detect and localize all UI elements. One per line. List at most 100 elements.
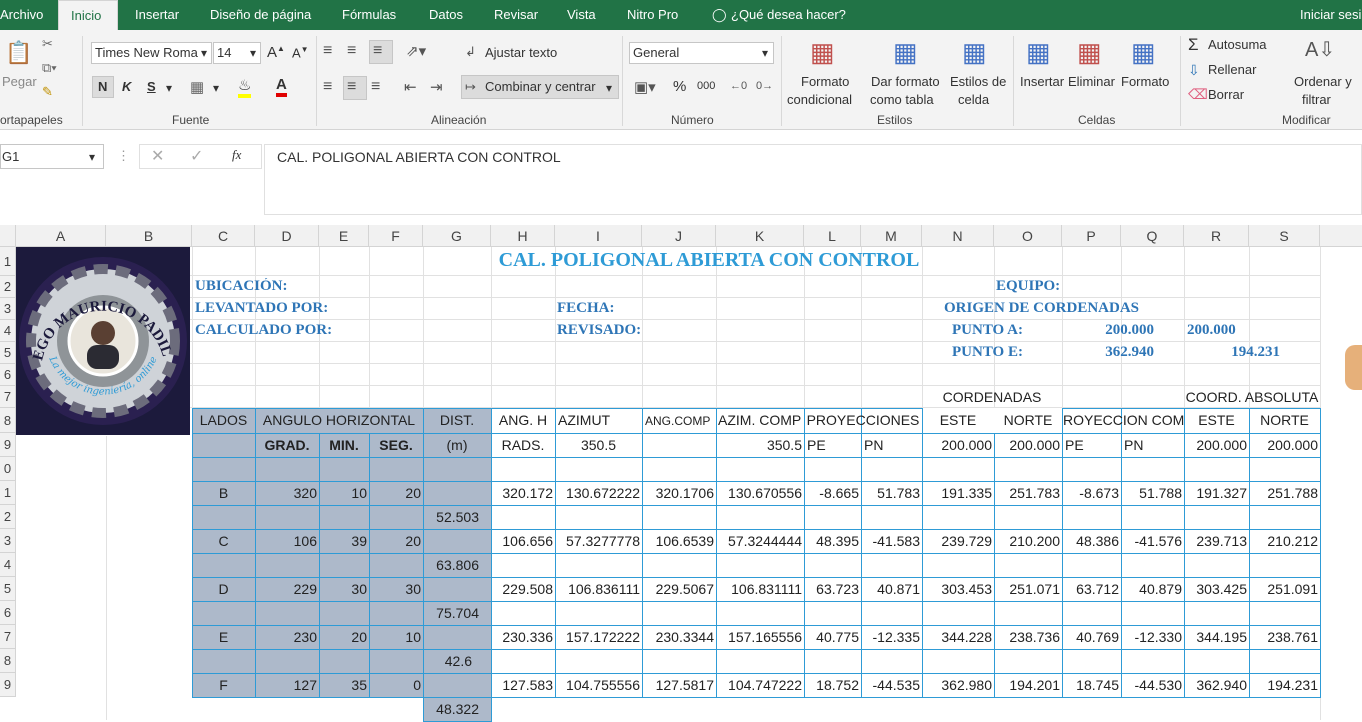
font-color-icon[interactable]: A: [276, 76, 287, 97]
col-header-h[interactable]: H: [491, 225, 555, 247]
th-este-abs[interactable]: ESTE: [1184, 412, 1249, 428]
cell-min[interactable]: 20: [319, 629, 367, 645]
align-middle-icon[interactable]: ≡: [347, 42, 356, 60]
cell-grad[interactable]: 320: [255, 485, 317, 501]
row-header-5[interactable]: 5: [0, 342, 16, 364]
row-header-13[interactable]: 3: [0, 529, 16, 553]
align-top-icon[interactable]: ≡: [323, 42, 332, 60]
initial-norte[interactable]: 200.000: [994, 437, 1060, 453]
insert-function-icon[interactable]: fx: [232, 147, 241, 163]
paste-icon[interactable]: 📋: [5, 40, 32, 66]
tab-inicio[interactable]: Inicio: [58, 0, 118, 30]
cell-pe-comp[interactable]: -8.673: [1062, 485, 1119, 501]
th-grad[interactable]: GRAD.: [255, 437, 319, 453]
cell-pe[interactable]: 63.723: [804, 581, 859, 597]
cell-seg[interactable]: 20: [369, 485, 421, 501]
label-equipo[interactable]: EQUIPO:: [996, 278, 1060, 295]
col-header-i[interactable]: I: [555, 225, 642, 247]
cell-pn-comp[interactable]: -12.330: [1121, 629, 1182, 645]
th-pn-comp[interactable]: PN: [1124, 437, 1184, 453]
row-header-6[interactable]: 6: [0, 364, 16, 386]
col-header-f[interactable]: F: [369, 225, 423, 247]
punto-e-este[interactable]: 362.940: [1062, 344, 1154, 361]
copy-icon[interactable]: ⧉▾: [42, 60, 57, 76]
decrease-decimal-icon[interactable]: 0→: [756, 80, 773, 92]
th-pe[interactable]: PE: [807, 437, 861, 453]
col-header-s[interactable]: S: [1249, 225, 1320, 247]
th-angulo-horizontal[interactable]: ANGULO HORIZONTAL: [255, 412, 423, 428]
cell-ang-h[interactable]: 106.656: [491, 533, 553, 549]
label-cordenadas[interactable]: CORDENADAS: [922, 389, 1062, 405]
comma-style-button[interactable]: 000: [697, 80, 715, 92]
merge-center-button[interactable]: Combinar y centrar: [485, 79, 596, 94]
row-header-12[interactable]: 2: [0, 505, 16, 529]
cell-ang-h[interactable]: 320.172: [491, 485, 553, 501]
row-header-16[interactable]: 6: [0, 601, 16, 625]
cell-azimut[interactable]: 157.172222: [555, 629, 640, 645]
format-painter-icon[interactable]: ✎: [42, 84, 53, 100]
cell-lado[interactable]: F: [192, 677, 255, 693]
cell-ang-comp[interactable]: 106.6539: [642, 533, 714, 549]
tab-archivo[interactable]: Archivo: [0, 0, 43, 30]
cell-min[interactable]: 35: [319, 677, 367, 693]
align-right-icon[interactable]: ≡: [371, 78, 380, 96]
col-header-l[interactable]: L: [804, 225, 861, 247]
cell-pe-comp[interactable]: 18.745: [1062, 677, 1119, 693]
cell-azim-comp[interactable]: 106.831111: [716, 581, 802, 597]
initial-este-abs[interactable]: 200.000: [1184, 437, 1247, 453]
cell-azimut[interactable]: 104.755556: [555, 677, 640, 693]
th-m[interactable]: (m): [423, 437, 491, 453]
cell-este[interactable]: 303.453: [922, 581, 992, 597]
cell-min[interactable]: 30: [319, 581, 367, 597]
row-header-9[interactable]: 9: [0, 433, 16, 457]
cell-norte[interactable]: 238.736: [994, 629, 1060, 645]
cell-este[interactable]: 344.228: [922, 629, 992, 645]
cell-pn[interactable]: -44.535: [861, 677, 920, 693]
cell-distance[interactable]: 75.704: [423, 605, 479, 621]
cell-distance[interactable]: 63.806: [423, 557, 479, 573]
th-pn[interactable]: PN: [864, 437, 922, 453]
initial-azimut[interactable]: 350.5: [555, 437, 642, 453]
col-header-c[interactable]: C: [192, 225, 255, 247]
fill-button[interactable]: Rellenar: [1208, 62, 1256, 77]
th-rads[interactable]: RADS.: [491, 437, 555, 453]
cut-icon[interactable]: ✂: [42, 36, 53, 52]
cell-pe[interactable]: 40.775: [804, 629, 859, 645]
punto-e-norte[interactable]: 194.231: [1184, 344, 1280, 361]
tell-me-box[interactable]: ¿Qué desea hacer?: [731, 0, 846, 30]
cell-azim-comp[interactable]: 57.3244444: [716, 533, 802, 549]
cell-ang-h[interactable]: 127.583: [491, 677, 553, 693]
th-lados[interactable]: LADOS: [192, 412, 255, 428]
cell-azim-comp[interactable]: 130.670556: [716, 485, 802, 501]
conditional-format-line2[interactable]: condicional: [787, 92, 852, 107]
col-header-b[interactable]: B: [106, 225, 192, 247]
label-levantado[interactable]: LEVANTADO POR:: [195, 300, 328, 317]
col-header-e[interactable]: E: [319, 225, 369, 247]
cell-seg[interactable]: 20: [369, 533, 421, 549]
currency-icon[interactable]: ▣▾: [634, 78, 656, 96]
sort-filter-line2[interactable]: filtrar: [1302, 92, 1331, 107]
cell-distance[interactable]: 52.503: [423, 509, 479, 525]
row-header-19[interactable]: 9: [0, 673, 16, 697]
col-header-j[interactable]: J: [642, 225, 716, 247]
cell-pe-comp[interactable]: 63.712: [1062, 581, 1119, 597]
cell-azim-comp[interactable]: 157.165556: [716, 629, 802, 645]
clear-button[interactable]: Borrar: [1208, 87, 1244, 102]
fill-color-icon[interactable]: ♨: [238, 76, 252, 98]
th-ang-h[interactable]: ANG. H: [491, 412, 555, 428]
cell-ang-comp[interactable]: 127.5817: [642, 677, 714, 693]
cell-ang-h[interactable]: 230.336: [491, 629, 553, 645]
align-center-icon[interactable]: ≡: [347, 78, 356, 96]
cell-este-abs[interactable]: 344.195: [1184, 629, 1247, 645]
row-header-7[interactable]: 7: [0, 386, 16, 408]
increase-decimal-icon[interactable]: ←0: [730, 80, 747, 92]
italic-button[interactable]: K: [122, 79, 131, 94]
th-seg[interactable]: SEG.: [369, 437, 423, 453]
cell-pe[interactable]: 48.395: [804, 533, 859, 549]
cell-styles-line1[interactable]: Estilos de: [950, 74, 1006, 89]
label-punto-a[interactable]: PUNTO A:: [952, 322, 1023, 339]
row-header-18[interactable]: 8: [0, 649, 16, 673]
cell-norte-abs[interactable]: 251.788: [1249, 485, 1318, 501]
format-button[interactable]: Formato: [1121, 74, 1169, 89]
th-min[interactable]: MIN.: [319, 437, 369, 453]
